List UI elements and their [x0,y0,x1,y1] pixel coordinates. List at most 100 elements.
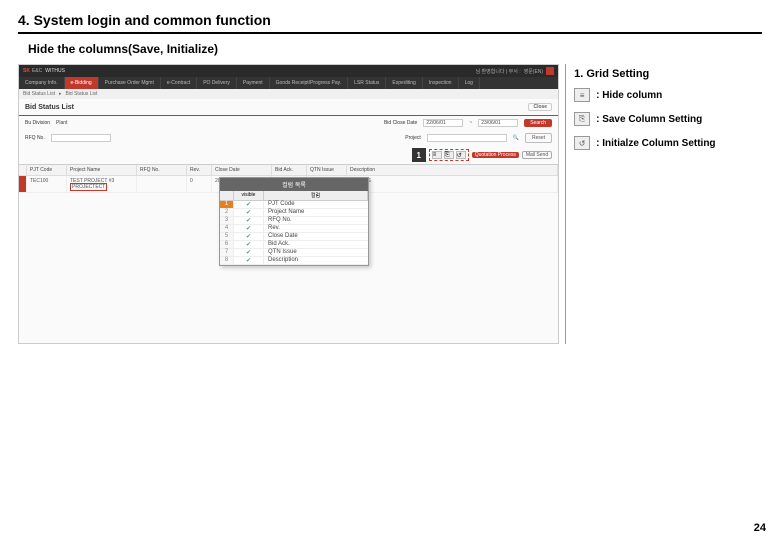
breadcrumb: Bid Status List ▸ Bid Status List [19,89,558,99]
init-column-legend-icon: ↺ [574,136,590,150]
rfq-input[interactable] [51,134,111,142]
nav-po-mgmt[interactable]: Purchase Order Mgmt [99,77,161,89]
popup-row[interactable]: 1✔PJT Code [220,201,368,209]
search-button[interactable]: Search [524,119,552,127]
popup-row[interactable]: 8✔Description [220,257,368,265]
cell-pjt: TEC100 [27,176,67,192]
popup-row-checkbox[interactable]: ✔ [234,217,264,224]
popup-col-visible: visible [234,191,264,200]
popup-row-checkbox[interactable]: ✔ [234,201,264,208]
col-rfq[interactable]: RFQ No. [137,165,187,175]
mail-send-button[interactable]: Mail Send [522,151,552,159]
close-button[interactable]: Close [528,103,552,111]
cell-rev: 0 [187,176,212,192]
popup-row-number: 2 [220,209,234,216]
popup-row-checkbox[interactable]: ✔ [234,233,264,240]
popup-row-checkbox[interactable]: ✔ [234,225,264,232]
popup-row[interactable]: 6✔Bid Ack. [220,241,368,249]
init-column-icon[interactable]: ↺ [456,151,466,159]
nav-expediting[interactable]: Expediting [386,77,422,89]
hide-column-icon[interactable]: ≡ [432,151,442,159]
legend-text: : Hide column [596,90,662,101]
popup-row[interactable]: 5✔Close Date [220,233,368,241]
col-close[interactable]: Close Date [212,165,272,175]
breadcrumb-tab[interactable]: Bid Status List [23,91,55,97]
legend-text: : Initialze Column Setting [596,138,715,149]
popup-row[interactable]: 2✔Project Name [220,209,368,217]
hide-column-legend-icon: ≡ [574,88,590,102]
popup-row-label: QTN Issue [264,249,368,256]
nav-inspection[interactable]: Inspection [423,77,459,89]
popup-row-number: 3 [220,217,234,224]
popup-row-number: 4 [220,225,234,232]
panel-title: Bid Status List [25,104,74,111]
popup-row-checkbox[interactable]: ✔ [234,209,264,216]
date-to-input[interactable]: 23/06/01 [478,119,518,127]
nav-econtract[interactable]: e-Contract [161,77,197,89]
filter-division-value[interactable]: Plant [56,120,67,126]
popup-row-checkbox[interactable]: ✔ [234,241,264,248]
cell-name: TEST PROJECT #3 PROJECTECT [67,176,137,192]
grid-settings-group: ≡ ⎘ ↺ [429,149,469,161]
breadcrumb-current: Bid Status List [65,91,97,97]
popup-row[interactable]: 3✔RFQ No. [220,217,368,225]
main-nav: Company Info. e-Bidding Purchase Order M… [19,77,558,89]
title-rule [18,32,762,34]
legend-hide-column: ≡ : Hide column [574,88,762,102]
popup-row-label: RFQ No. [264,217,368,224]
column-list-popup: 컬럼 목록 visible 컬럼 1✔PJT Code2✔Project Nam… [219,177,369,266]
popup-row-label: Description [264,257,368,264]
nav-ebidding[interactable]: e-Bidding [65,77,99,89]
sidebar-title: 1. Grid Setting [574,68,762,80]
cell-rfq [137,176,187,192]
date-from-input[interactable]: 22/06/01 [423,119,463,127]
popup-row-label: PJT Code [264,201,368,208]
project-input[interactable] [427,134,507,142]
popup-row-label: Rev. [264,225,368,232]
welcome-text: 님 환영합니다 | 부서 : [476,68,521,75]
notification-icon[interactable] [546,67,554,75]
popup-row-number: 8 [220,257,234,264]
quotation-button[interactable]: Quotation Process [472,152,519,158]
brand-logo: SK [23,68,30,74]
nav-po-delivery[interactable]: PO Delivery [197,77,237,89]
top-bar: SK E&C WITHUS 님 환영합니다 | 부서 : 영문(EN) [19,65,558,77]
grid-header: PJT Code Project Name RFQ No. Rev. Close… [19,165,558,176]
popup-row-number: 1 [220,201,234,208]
cell-desc: OTHERS [347,176,558,192]
popup-row-number: 5 [220,233,234,240]
nav-company-info[interactable]: Company Info. [19,77,65,89]
callout-badge: 1 [412,148,426,162]
col-name[interactable]: Project Name [67,165,137,175]
legend-text: : Save Column Setting [596,114,702,125]
filter-closedate-label: Bid Close Date [384,120,417,126]
nav-log[interactable]: Log [459,77,480,89]
search-icon[interactable]: 🔍 [513,135,519,141]
row-flag-icon [19,176,27,192]
nav-payment[interactable]: Payment [237,77,270,89]
popup-col-name: 컬럼 [264,191,368,200]
col-ack[interactable]: Bid Ack. [272,165,307,175]
reset-button[interactable]: Reset [525,133,552,143]
col-rev[interactable]: Rev. [187,165,212,175]
cell-name-box: PROJECTECT [70,183,107,191]
popup-row-number: 7 [220,249,234,256]
nav-lsr[interactable]: LSR Status [348,77,386,89]
filter-rfq-label: RFQ No. [25,135,45,141]
save-column-icon[interactable]: ⎘ [444,151,454,159]
popup-row[interactable]: 7✔QTN Issue [220,249,368,257]
filter-division-label: Bu Division [25,120,50,126]
brand-suffix: WITHUS [45,68,65,74]
nav-goods-receipt[interactable]: Goods Receipt/Progress Pay. [270,77,349,89]
legend-save-column: ⎘ : Save Column Setting [574,112,762,126]
popup-row-checkbox[interactable]: ✔ [234,249,264,256]
lang-select[interactable]: 영문(EN) [524,68,543,75]
col-desc[interactable]: Description [347,165,558,175]
popup-row-checkbox[interactable]: ✔ [234,257,264,264]
page-number: 24 [754,522,766,534]
legend-init-column: ↺ : Initialze Column Setting [574,136,762,150]
col-pjt[interactable]: PJT Code [27,165,67,175]
popup-row[interactable]: 4✔Rev. [220,225,368,233]
save-column-legend-icon: ⎘ [574,112,590,126]
col-qtn[interactable]: QTN Issue [307,165,347,175]
